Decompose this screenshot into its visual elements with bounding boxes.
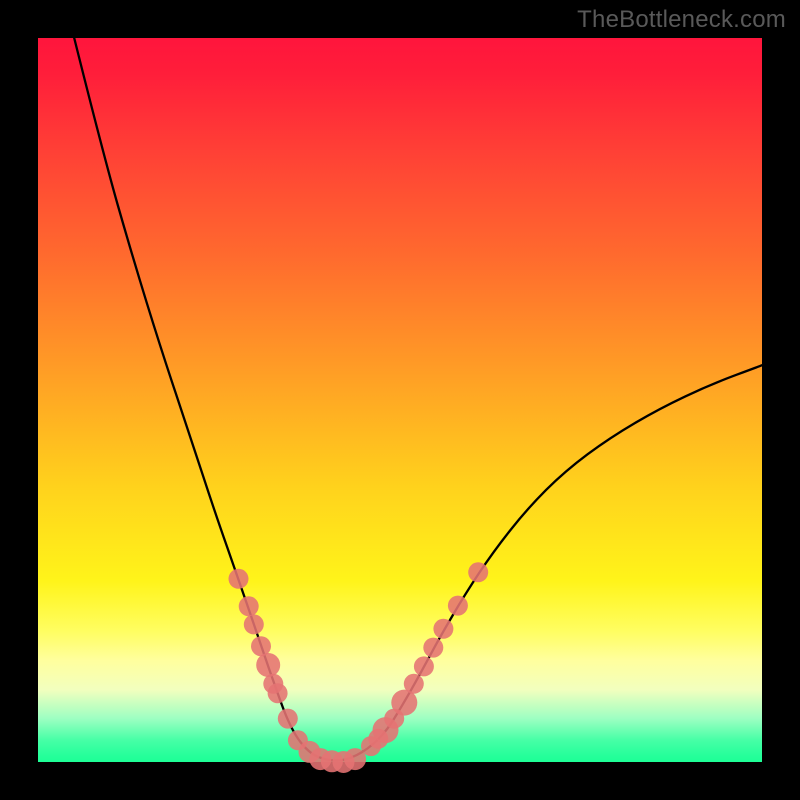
- data-point: [414, 656, 434, 676]
- data-point: [448, 596, 468, 616]
- curve-svg: [38, 38, 762, 762]
- data-point: [256, 653, 280, 677]
- plot-area: [38, 38, 762, 762]
- marker-layer: [229, 562, 489, 773]
- data-point: [423, 638, 443, 658]
- data-point: [244, 614, 264, 634]
- data-point: [278, 709, 298, 729]
- data-point: [433, 619, 453, 639]
- data-point: [229, 569, 249, 589]
- data-point: [239, 596, 259, 616]
- data-point: [404, 674, 424, 694]
- data-point: [268, 683, 288, 703]
- data-point: [468, 562, 488, 582]
- bottleneck-curve: [74, 38, 762, 761]
- watermark-label: TheBottleneck.com: [577, 6, 786, 34]
- chart-frame: TheBottleneck.com: [0, 0, 800, 800]
